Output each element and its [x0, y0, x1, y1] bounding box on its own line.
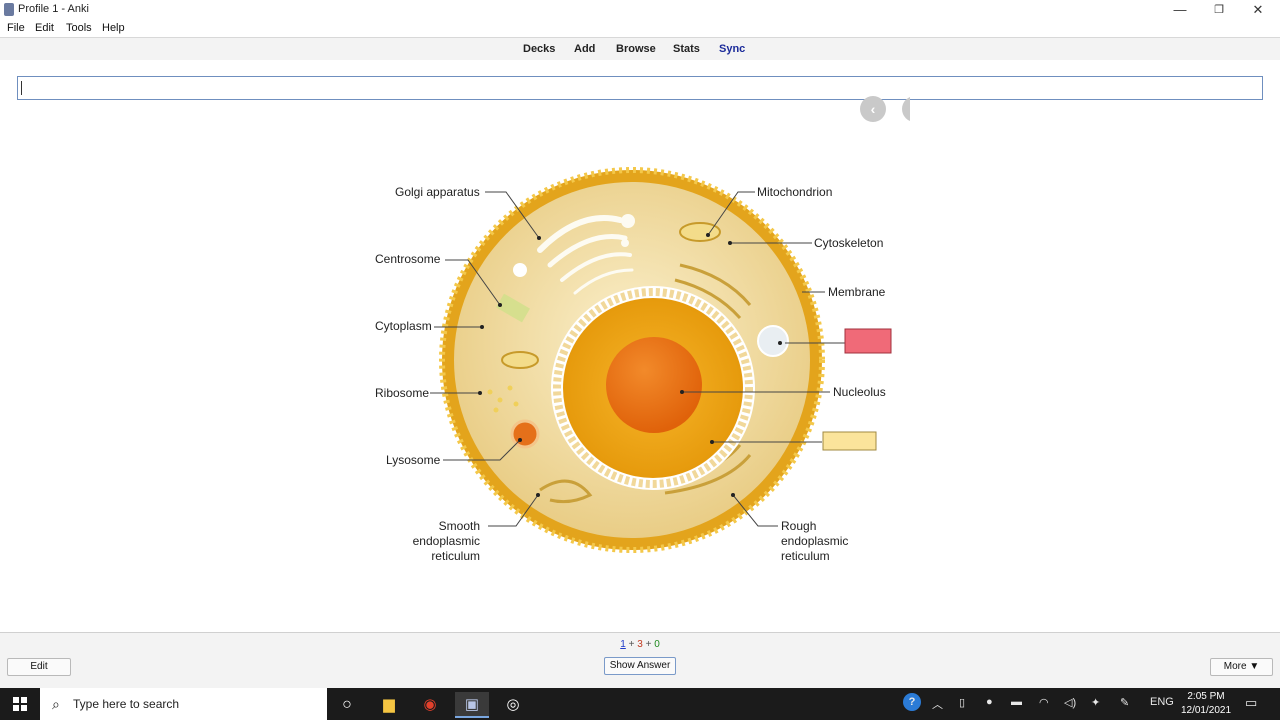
clock-date: 12/01/2021	[1180, 705, 1232, 716]
language-indicator[interactable]: ENG	[1150, 696, 1174, 708]
usb-icon[interactable]: ▯	[959, 696, 965, 709]
windows-taskbar: ⌕ Type here to search ○ ▆ ◉ ▣ ◎ ? ︿ ▯ ● …	[0, 688, 1280, 720]
count-new: 1	[620, 639, 626, 650]
minimize-button[interactable]: —	[1160, 0, 1200, 20]
label-lysosome: Lysosome	[386, 453, 441, 467]
type-answer-input[interactable]	[17, 76, 1263, 100]
pen-icon[interactable]: ✎	[1120, 696, 1129, 709]
label-membrane: Membrane	[828, 285, 886, 299]
reviewer-bottom-bar: 1 + 3 + 0 Edit Show Answer More ▼	[0, 632, 1280, 688]
cortana-icon[interactable]: ○	[330, 692, 364, 718]
label-centrosome: Centrosome	[375, 252, 441, 266]
occlusion-box-hidden[interactable]	[822, 431, 877, 451]
window-titlebar: Profile 1 - Anki — ❐ ✕	[0, 0, 1280, 20]
search-icon: ⌕	[52, 696, 60, 712]
count-learning: 3	[637, 639, 643, 650]
close-button[interactable]: ✕	[1238, 0, 1278, 20]
obs-icon[interactable]: ◎	[496, 692, 530, 718]
label-mitochondrion: Mitochondrion	[757, 185, 833, 199]
volume-icon[interactable]: ◁)	[1064, 696, 1076, 709]
label-nucleolus: Nucleolus	[833, 385, 886, 399]
nucleolus	[606, 337, 702, 433]
anki-app-icon	[4, 3, 14, 16]
edit-button[interactable]: Edit	[7, 658, 71, 676]
wifi-icon[interactable]: ◠	[1039, 696, 1049, 709]
cell-diagram: Golgi apparatus Mitochondrion Cytoskelet…	[340, 100, 940, 563]
card-reviewer: ‹ Golgi apparatus Mitochondrion Cytoskel…	[0, 60, 1280, 632]
anki-taskbar-icon[interactable]: ▣	[455, 692, 489, 718]
label-golgi: Golgi apparatus	[395, 185, 480, 199]
help-tray-icon[interactable]: ?	[903, 693, 921, 711]
toolbar-sync[interactable]: Sync	[719, 43, 745, 55]
show-answer-button[interactable]: Show Answer	[604, 657, 676, 675]
count-review: 0	[654, 639, 660, 650]
menu-file[interactable]: File	[7, 22, 25, 34]
lysosome	[510, 419, 540, 449]
menu-edit[interactable]: Edit	[35, 22, 54, 34]
toolbar-stats[interactable]: Stats	[673, 43, 700, 55]
notifications-icon[interactable]: ▭	[1245, 695, 1257, 711]
taskbar-clock[interactable]: 2:05 PM 12/01/2021	[1176, 690, 1236, 718]
search-placeholder: Type here to search	[73, 697, 180, 711]
vacuole	[757, 325, 789, 357]
text-caret	[21, 81, 22, 95]
taskbar-search-box[interactable]: ⌕ Type here to search	[40, 688, 327, 720]
main-toolbar: Decks Add Browse Stats Sync	[0, 38, 1280, 60]
window-title: Profile 1 - Anki	[18, 3, 89, 15]
more-button[interactable]: More ▼	[1210, 658, 1273, 676]
battery-icon[interactable]: ▬	[1011, 696, 1022, 708]
chevron-up-icon[interactable]: ︿	[932, 696, 943, 712]
windows-start-icon[interactable]	[13, 697, 27, 711]
label-cytoskeleton: Cytoskeleton	[814, 236, 884, 250]
label-ribosome: Ribosome	[375, 386, 430, 400]
occlusion-box-active[interactable]	[844, 328, 892, 354]
label-cytoplasm: Cytoplasm	[375, 319, 432, 333]
card-counts: 1 + 3 + 0	[620, 639, 660, 650]
chrome-icon[interactable]: ◉	[413, 692, 447, 718]
toolbar-decks[interactable]: Decks	[523, 43, 555, 55]
restore-button[interactable]: ❐	[1199, 0, 1239, 20]
label-rough-er: Rough endoplasmic reticulum	[781, 519, 849, 563]
clock-time: 2:05 PM	[1187, 691, 1225, 702]
microphone-icon[interactable]: ●	[986, 696, 993, 708]
menu-tools[interactable]: Tools	[66, 22, 92, 34]
toolbar-browse[interactable]: Browse	[616, 43, 656, 55]
toolbar-add[interactable]: Add	[574, 43, 595, 55]
menu-bar: File Edit Tools Help	[0, 20, 1280, 38]
menu-help[interactable]: Help	[102, 22, 125, 34]
label-smooth-er: Smooth endoplasmic reticulum	[412, 519, 480, 563]
file-explorer-icon[interactable]: ▆	[372, 692, 406, 718]
dropbox-icon[interactable]: ✦	[1091, 696, 1100, 709]
